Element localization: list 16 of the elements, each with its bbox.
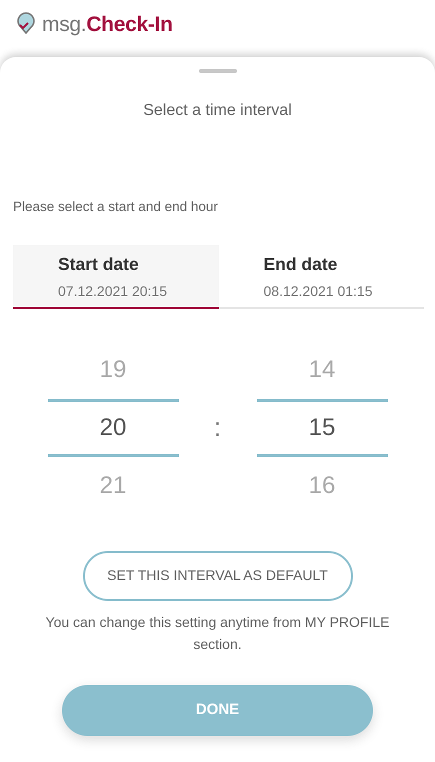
tab-label: End date [264, 253, 338, 276]
set-default-button[interactable]: SET THIS INTERVAL AS DEFAULT [82, 550, 352, 600]
note-text: You can change this setting anytime from MY PROFILE section. [44, 612, 390, 654]
tab-date-value: 08.12.2021 01:15 [264, 282, 374, 300]
time-separator: : [214, 411, 222, 444]
date-tab[interactable]: End date 08.12.2021 01:15 [218, 245, 424, 308]
tab-label: Start date [58, 253, 140, 276]
tab-date-value: 07.12.2021 20:15 [58, 282, 168, 300]
date-tab[interactable]: Start date 07.12.2021 20:15 [13, 245, 218, 308]
location-check-icon [16, 12, 36, 34]
drag-handle[interactable] [198, 69, 236, 73]
picker-value[interactable]: 15 [256, 398, 388, 456]
sheet-title: Select a time interval [142, 101, 293, 121]
app-logo-text: msg.Check-In [42, 12, 173, 38]
instruction-text: Please select a start and end hour [13, 198, 219, 216]
picker-value[interactable]: 20 [48, 398, 178, 456]
